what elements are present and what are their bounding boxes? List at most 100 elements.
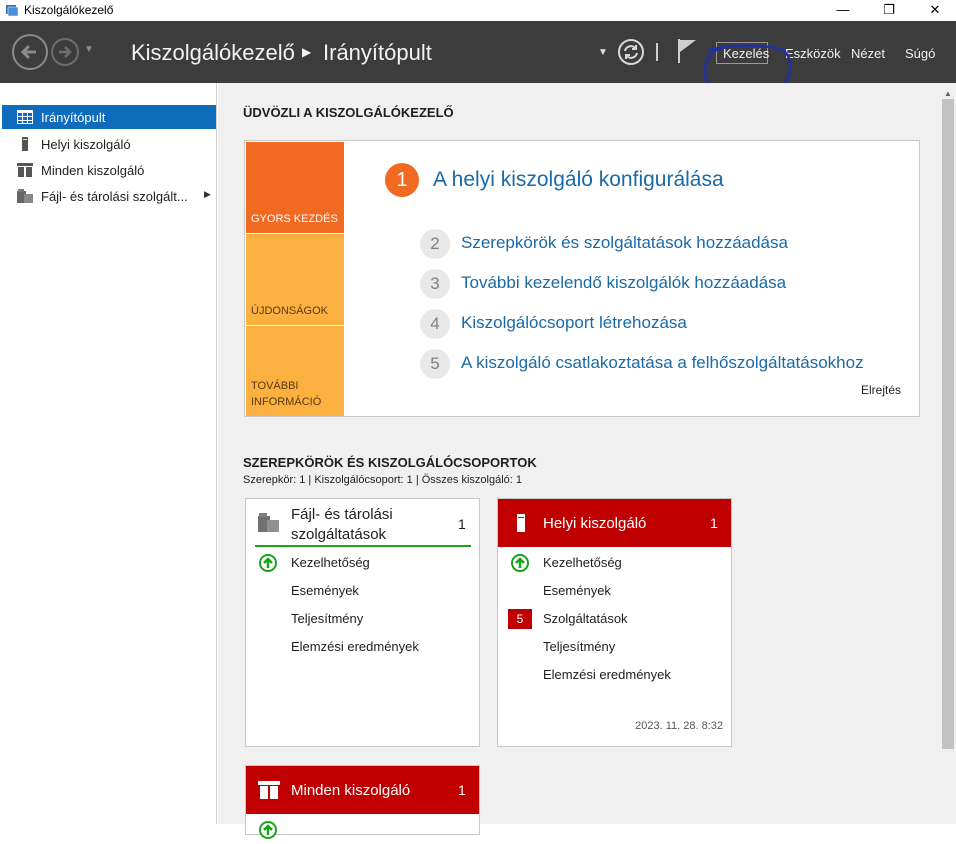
row-manageability[interactable]: Kezelhetőség bbox=[246, 549, 479, 577]
breadcrumb-root[interactable]: Kiszolgálókezelő bbox=[131, 40, 295, 66]
ok-arrow-icon bbox=[259, 554, 277, 572]
step-number: 4 bbox=[420, 309, 450, 339]
tab-quick-start[interactable]: GYORS KEZDÉS bbox=[246, 142, 344, 233]
row-label: Teljesítmény bbox=[291, 611, 364, 626]
file-storage-icon bbox=[17, 189, 33, 203]
row-label: Kezelhetőség bbox=[543, 555, 622, 570]
maximize-button[interactable]: ❐ bbox=[866, 0, 912, 21]
tile-count: 1 bbox=[458, 782, 466, 798]
notifications-flag-icon[interactable] bbox=[676, 38, 698, 64]
quick-start-panel: GYORS KEZDÉS ÚJDONSÁGOK TOVÁBBI INFORMÁC… bbox=[244, 140, 920, 417]
welcome-title: ÜDVÖZLI A KISZOLGÁLÓKEZELŐ bbox=[243, 105, 454, 120]
row-events[interactable]: Események bbox=[246, 577, 479, 605]
back-button[interactable] bbox=[12, 34, 48, 70]
server-manager-icon bbox=[6, 5, 19, 17]
tile-count: 1 bbox=[710, 515, 718, 531]
row-performance[interactable]: Teljesítmény bbox=[498, 633, 731, 661]
tile-header[interactable]: Minden kiszolgáló 1 bbox=[246, 766, 479, 814]
configure-local-server-link[interactable]: A helyi kiszolgáló konfigurálása bbox=[433, 168, 724, 192]
forward-button[interactable] bbox=[51, 38, 79, 66]
sidebar-item-local-server[interactable]: Helyi kiszolgáló bbox=[2, 132, 216, 156]
title-bar: Kiszolgálókezelő — ❐ ✕ bbox=[0, 0, 956, 21]
menu-eszkozok[interactable]: Eszközök bbox=[785, 46, 841, 61]
sidebar-item-label: Irányítópult bbox=[41, 110, 106, 125]
tile-all-servers[interactable]: Minden kiszolgáló 1 bbox=[245, 765, 480, 839]
ok-arrow-icon bbox=[511, 554, 529, 572]
tab-label: GYORS KEZDÉS bbox=[251, 213, 338, 225]
sidebar-item-label: Fájl- és tárolási szolgált... bbox=[41, 189, 188, 204]
row-label: Elemzési eredmények bbox=[543, 667, 671, 682]
tile-header[interactable]: Fájl- és tárolási szolgáltatások 1 bbox=[246, 499, 479, 547]
row-label: Kezelhetőség bbox=[291, 555, 370, 570]
row-label: Teljesítmény bbox=[543, 639, 616, 654]
add-roles-link[interactable]: Szerepkörök és szolgáltatások hozzáadása bbox=[461, 233, 788, 253]
scroll-up-arrow-icon[interactable]: ▲ bbox=[944, 89, 952, 98]
vertical-scrollbar[interactable]: ▲ bbox=[940, 83, 956, 824]
dashboard-icon bbox=[17, 110, 33, 124]
row-label: Elemzési eredmények bbox=[291, 639, 419, 654]
row-performance[interactable]: Teljesítmény bbox=[246, 605, 479, 633]
server-icon bbox=[22, 137, 28, 151]
sidebar-item-file-storage[interactable]: Fájl- és tárolási szolgált... ▶ bbox=[2, 184, 216, 208]
arrow-right-icon bbox=[59, 46, 72, 58]
main-content: ÜDVÖZLI A KISZOLGÁLÓKEZELŐ GYORS KEZDÉS … bbox=[218, 83, 940, 839]
sidebar-item-dashboard[interactable]: Irányítópult bbox=[2, 105, 216, 129]
create-server-group-link[interactable]: Kiszolgálócsoport létrehozása bbox=[461, 313, 687, 333]
tile-title: Helyi kiszolgáló bbox=[543, 515, 647, 532]
tile-file-storage[interactable]: Fájl- és tárolási szolgáltatások 1 Kezel… bbox=[245, 498, 480, 747]
tile-count: 1 bbox=[458, 516, 466, 532]
sidebar-item-all-servers[interactable]: Minden kiszolgáló bbox=[2, 158, 216, 182]
breadcrumb-separator-icon: ▶ bbox=[302, 45, 312, 59]
tile-title: Minden kiszolgáló bbox=[291, 782, 411, 799]
header-bar: ▼ Kiszolgálókezelő ▶ Irányítópult ▼ Keze… bbox=[0, 21, 956, 95]
row-bpa-results[interactable]: Elemzési eredmények bbox=[498, 661, 731, 689]
tab-label: TOVÁBBI INFORMÁCIÓ bbox=[251, 380, 322, 408]
tile-timestamp: 2023. 11. 28. 8:32 bbox=[635, 720, 723, 732]
sidebar-item-label: Minden kiszolgáló bbox=[41, 163, 145, 178]
close-button[interactable]: ✕ bbox=[912, 0, 956, 21]
tab-learn-more[interactable]: TOVÁBBI INFORMÁCIÓ bbox=[246, 326, 344, 416]
server-icon bbox=[517, 514, 525, 532]
sidebar-item-label: Helyi kiszolgáló bbox=[41, 137, 131, 152]
menu-sugo[interactable]: Súgó bbox=[905, 46, 935, 61]
connect-cloud-link[interactable]: A kiszolgáló csatlakoztatása a felhőszol… bbox=[461, 353, 864, 373]
row-manageability[interactable]: Kezelhetőség bbox=[498, 549, 731, 577]
row-label: Események bbox=[291, 583, 359, 598]
roles-title: SZEREPKÖRÖK ÉS KISZOLGÁLÓCSOPORTOK bbox=[243, 455, 537, 470]
tile-title-line2: szolgáltatások bbox=[291, 526, 387, 543]
menu-kezeles[interactable]: Kezelés bbox=[723, 46, 769, 61]
file-storage-icon bbox=[258, 513, 279, 532]
expand-arrow-icon[interactable]: ▶ bbox=[204, 189, 211, 200]
refresh-icon[interactable] bbox=[617, 38, 645, 66]
tab-label: ÚJDONSÁGOK bbox=[251, 305, 329, 317]
row-events[interactable]: Események bbox=[498, 577, 731, 605]
left-navigation: Irányítópult Helyi kiszolgáló Minden kis… bbox=[0, 83, 217, 824]
menu-nezet[interactable]: Nézet bbox=[851, 46, 885, 61]
step-number: 5 bbox=[420, 349, 450, 379]
tile-header[interactable]: Helyi kiszolgáló 1 bbox=[498, 499, 731, 547]
header-dropdown-icon[interactable]: ▼ bbox=[598, 47, 608, 58]
row-manageability[interactable] bbox=[246, 816, 479, 844]
step-number: 2 bbox=[420, 229, 450, 259]
tile-local-server[interactable]: Helyi kiszolgáló 1 Kezelhetőség Eseménye… bbox=[497, 498, 732, 747]
servers-icon bbox=[17, 163, 33, 177]
add-servers-link[interactable]: További kezelendő kiszolgálók hozzáadása bbox=[461, 273, 786, 293]
row-services[interactable]: 5 Szolgáltatások bbox=[498, 605, 731, 633]
row-label: Események bbox=[543, 583, 611, 598]
hide-link[interactable]: Elrejtés bbox=[861, 383, 901, 397]
step-1-number: 1 bbox=[385, 163, 419, 197]
row-label: Szolgáltatások bbox=[543, 611, 628, 626]
header-divider bbox=[656, 43, 658, 61]
breadcrumb-current: Irányítópult bbox=[323, 40, 432, 65]
tab-whats-new[interactable]: ÚJDONSÁGOK bbox=[246, 234, 344, 325]
services-alert-badge: 5 bbox=[508, 609, 532, 629]
arrow-left-icon bbox=[20, 44, 36, 60]
step-number: 3 bbox=[420, 269, 450, 299]
history-dropdown-icon[interactable]: ▼ bbox=[84, 44, 94, 55]
scrollbar-thumb[interactable] bbox=[942, 99, 954, 749]
tile-title-line1: Fájl- és tárolási bbox=[291, 506, 393, 523]
status-ok-bar bbox=[255, 545, 471, 547]
servers-icon bbox=[258, 781, 280, 799]
minimize-button[interactable]: — bbox=[820, 0, 866, 21]
row-bpa-results[interactable]: Elemzési eredmények bbox=[246, 633, 479, 661]
